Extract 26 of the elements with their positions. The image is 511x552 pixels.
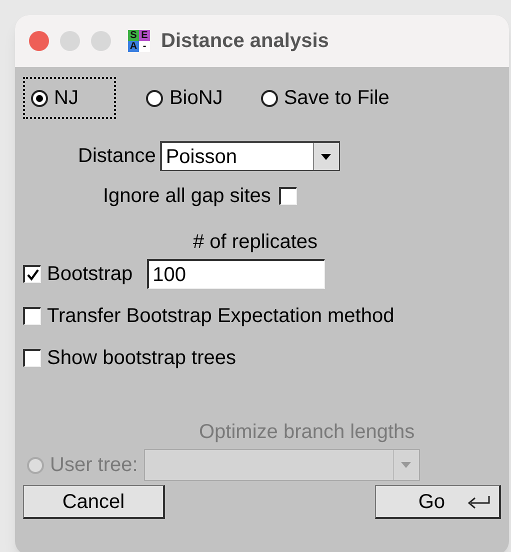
radio-button[interactable]	[146, 90, 164, 106]
checkbox[interactable]	[23, 349, 41, 367]
optimize-label: Optimize branch lengths	[199, 420, 416, 445]
checkbox[interactable]	[278, 187, 297, 205]
radio-button[interactable]	[31, 90, 48, 106]
user-tree-label: User tree:	[50, 453, 138, 478]
method-option[interactable]: Save to File	[252, 77, 398, 119]
method-option[interactable]: BioNJ	[138, 77, 231, 119]
method-option[interactable]: NJ	[23, 77, 116, 119]
checkbox[interactable]	[23, 265, 41, 283]
replicates-label: # of replicates	[193, 230, 319, 255]
caret-icon	[312, 143, 339, 170]
radio-button[interactable]	[260, 90, 278, 106]
option-label: Transfer Bootstrap Expectation method	[47, 304, 394, 329]
checkbox[interactable]	[23, 307, 41, 325]
return-icon	[465, 494, 491, 510]
cancel-button[interactable]: Cancel	[23, 485, 165, 519]
close-icon[interactable]	[29, 31, 49, 51]
ignore-gaps-label: Ignore all gap sites	[103, 184, 271, 209]
option-label: Show bootstrap trees	[47, 346, 236, 371]
distance-label: Distance	[78, 144, 156, 169]
window-title: Distance analysis	[161, 29, 329, 54]
distance-dropdown[interactable]: Poisson	[160, 141, 340, 171]
option-label: Bootstrap	[47, 262, 133, 287]
go-button[interactable]: Go	[375, 485, 501, 519]
replicates-field[interactable]: 100	[146, 259, 325, 289]
